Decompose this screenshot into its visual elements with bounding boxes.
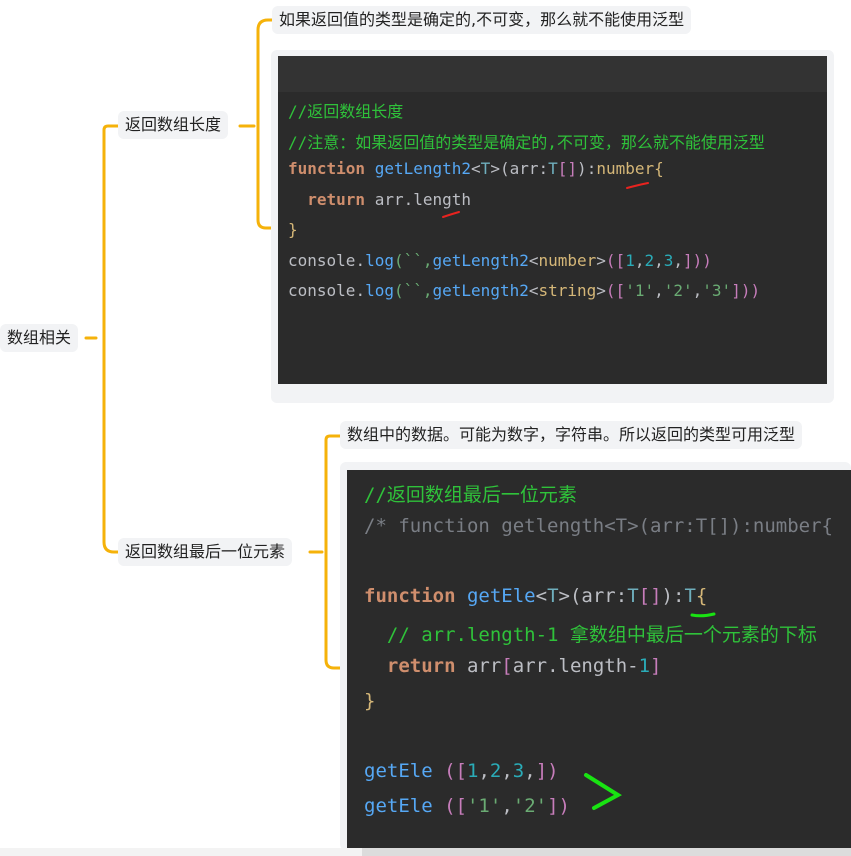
annotation-marks [442, 182, 716, 810]
horizontal-scrollbar[interactable] [0, 848, 851, 856]
green-underline-mark [690, 612, 716, 618]
red-underline-mark [626, 182, 649, 189]
scrollbar-thumb[interactable] [362, 848, 851, 856]
red-arrow-mark [442, 211, 460, 218]
green-arrow-mark [584, 773, 622, 810]
